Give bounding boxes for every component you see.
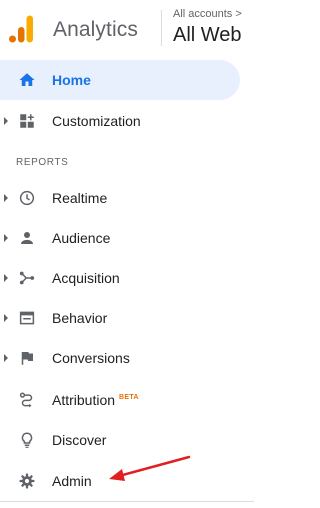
sidebar-item-label: Realtime bbox=[52, 190, 108, 206]
attribution-label-text: Attribution bbox=[52, 392, 116, 408]
section-header-reports: REPORTS bbox=[16, 157, 69, 168]
sidebar-item-label: Conversions bbox=[52, 350, 130, 366]
sidebar-bottom-divider bbox=[0, 501, 254, 502]
sidebar-item-label: Behavior bbox=[52, 310, 108, 326]
sidebar-item-home[interactable]: Home bbox=[0, 60, 240, 100]
sidebar-item-label: Customization bbox=[52, 113, 141, 129]
gear-icon bbox=[17, 471, 37, 491]
clock-icon bbox=[17, 188, 37, 208]
analytics-logo-icon[interactable] bbox=[9, 15, 33, 43]
expand-arrow-icon[interactable] bbox=[4, 354, 8, 362]
home-icon bbox=[17, 70, 37, 90]
acquisition-icon bbox=[17, 268, 37, 288]
chevron-right-icon: > bbox=[235, 8, 242, 20]
expand-arrow-icon[interactable] bbox=[4, 274, 8, 282]
annotation-arrow-icon bbox=[109, 455, 191, 481]
sidebar-item-label: Admin bbox=[52, 473, 92, 489]
account-label: All accounts bbox=[173, 8, 233, 20]
sidebar-item-label: Home bbox=[52, 72, 91, 88]
sidebar-item-attribution[interactable]: Attribution BETA bbox=[0, 380, 240, 420]
expand-arrow-icon[interactable] bbox=[4, 234, 8, 242]
header-divider bbox=[161, 10, 162, 46]
account-selector[interactable]: All accounts > bbox=[173, 8, 242, 20]
expand-arrow-icon[interactable] bbox=[4, 194, 8, 202]
person-icon bbox=[17, 228, 37, 248]
lightbulb-icon bbox=[17, 430, 37, 450]
flag-icon bbox=[17, 348, 37, 368]
expand-arrow-icon[interactable] bbox=[4, 117, 8, 125]
sidebar-item-audience[interactable]: Audience bbox=[0, 218, 240, 258]
sidebar-item-label: Discover bbox=[52, 432, 107, 448]
dashboard-icon bbox=[17, 111, 37, 131]
account-name[interactable]: All Web bbox=[173, 24, 242, 47]
beta-badge: BETA bbox=[119, 394, 139, 401]
sidebar-item-behavior[interactable]: Behavior bbox=[0, 298, 240, 338]
app-name: Analytics bbox=[53, 18, 138, 41]
attribution-icon bbox=[17, 390, 37, 410]
sidebar-item-customization[interactable]: Customization bbox=[0, 101, 240, 141]
sidebar-item-label: Audience bbox=[52, 230, 111, 246]
sidebar-item-label: Attribution BETA bbox=[52, 392, 139, 408]
sidebar-item-conversions[interactable]: Conversions bbox=[0, 338, 240, 378]
behavior-icon bbox=[17, 308, 37, 328]
app-header: Analytics All accounts > All Web bbox=[0, 0, 254, 58]
sidebar-item-acquisition[interactable]: Acquisition bbox=[0, 258, 240, 298]
sidebar-item-realtime[interactable]: Realtime bbox=[0, 178, 240, 218]
expand-arrow-icon[interactable] bbox=[4, 314, 8, 322]
sidebar-item-label: Acquisition bbox=[52, 270, 120, 286]
